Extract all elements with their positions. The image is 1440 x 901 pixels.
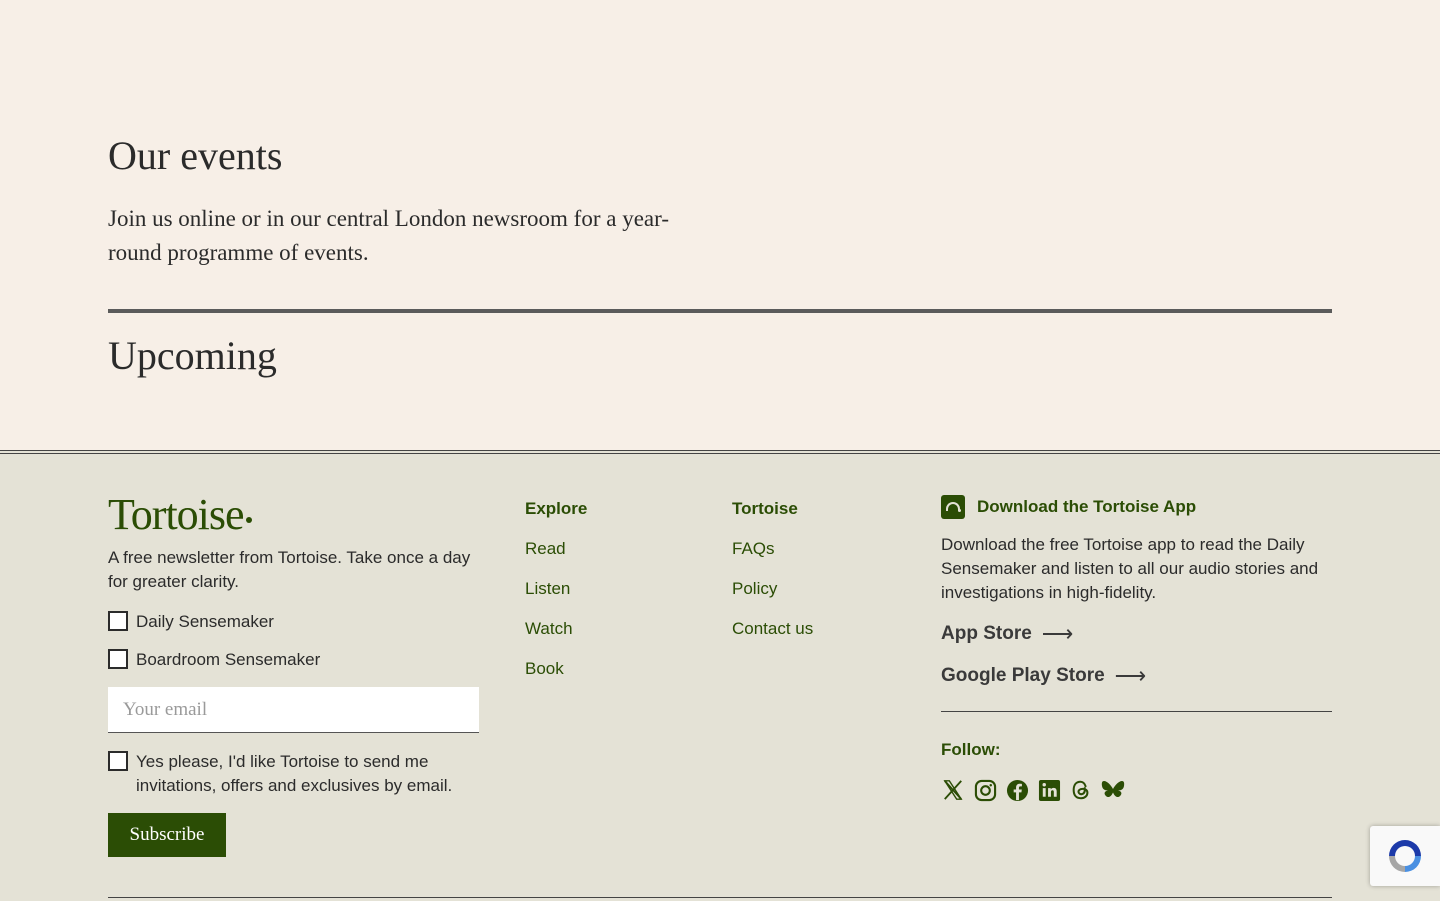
app-heading-text: Download the Tortoise App (977, 497, 1197, 516)
page-title: Our events (108, 133, 283, 178)
instagram-icon[interactable] (973, 778, 997, 802)
checkbox-label: Daily Sensemaker (136, 612, 274, 631)
newsletter-description: A free newsletter from Tortoise. Take on… (108, 548, 471, 591)
link-contact-us[interactable]: Contact us (732, 617, 813, 641)
daily-sensemaker-checkbox[interactable]: Daily Sensemaker (108, 610, 274, 634)
events-description: Join us online or in our central London … (108, 206, 669, 265)
bluesky-icon[interactable] (1101, 778, 1125, 802)
social-links (941, 778, 1332, 802)
arrow-right-icon: ⟶ (1114, 663, 1147, 688)
tortoise-heading: Tortoise (732, 499, 798, 518)
upcoming-heading: Upcoming (108, 333, 277, 378)
arrow-right-icon: ⟶ (1041, 621, 1074, 646)
tortoise-app-icon (941, 495, 965, 519)
google-play-link[interactable]: Google Play Store ⟶ (941, 665, 1332, 687)
boardroom-sensemaker-checkbox[interactable]: Boardroom Sensemaker (108, 648, 320, 672)
checkbox-box[interactable] (108, 751, 128, 771)
events-section: Our events Join us online or in our cent… (108, 0, 1332, 452)
app-divider (941, 711, 1332, 712)
explore-column: Explore Read Listen Watch Book (525, 497, 587, 697)
link-listen[interactable]: Listen (525, 577, 587, 601)
logo-text: Tortoise (108, 490, 245, 539)
tortoise-column: Tortoise FAQs Policy Contact us (732, 497, 813, 657)
consent-label: Yes please, I'd like Tortoise to send me… (136, 752, 453, 795)
facebook-icon[interactable] (1005, 778, 1029, 802)
link-book[interactable]: Book (525, 657, 587, 681)
section-divider (108, 309, 1332, 313)
link-watch[interactable]: Watch (525, 617, 587, 641)
subscribe-button[interactable]: Subscribe (108, 813, 226, 857)
follow-label: Follow: (941, 740, 1001, 759)
tortoise-logo[interactable]: Tortoise (108, 493, 252, 537)
google-play-label: Google Play Store (941, 665, 1105, 686)
site-footer: Tortoise A free newsletter from Tortoise… (0, 450, 1440, 901)
link-faqs[interactable]: FAQs (732, 537, 813, 561)
footer-bottom-divider (108, 897, 1332, 898)
checkbox-label: Boardroom Sensemaker (136, 650, 321, 669)
link-read[interactable]: Read (525, 537, 587, 561)
checkbox-box[interactable] (108, 649, 128, 669)
app-store-link[interactable]: App Store ⟶ (941, 623, 1332, 645)
x-icon[interactable] (941, 778, 965, 802)
app-store-label: App Store (941, 623, 1032, 644)
app-heading: Download the Tortoise App (941, 495, 1332, 519)
checkbox-box[interactable] (108, 611, 128, 631)
consent-checkbox[interactable]: Yes please, I'd like Tortoise to send me… (108, 750, 478, 798)
link-policy[interactable]: Policy (732, 577, 813, 601)
email-input[interactable] (108, 687, 479, 733)
explore-heading: Explore (525, 499, 588, 518)
threads-icon[interactable] (1069, 778, 1093, 802)
app-download-section: Download the Tortoise App Download the f… (941, 495, 1332, 802)
logo-dot (245, 517, 252, 523)
app-description: Download the free Tortoise app to read t… (941, 535, 1319, 602)
linkedin-icon[interactable] (1037, 778, 1061, 802)
recaptcha-badge[interactable] (1370, 826, 1440, 886)
recaptcha-icon (1389, 840, 1421, 872)
